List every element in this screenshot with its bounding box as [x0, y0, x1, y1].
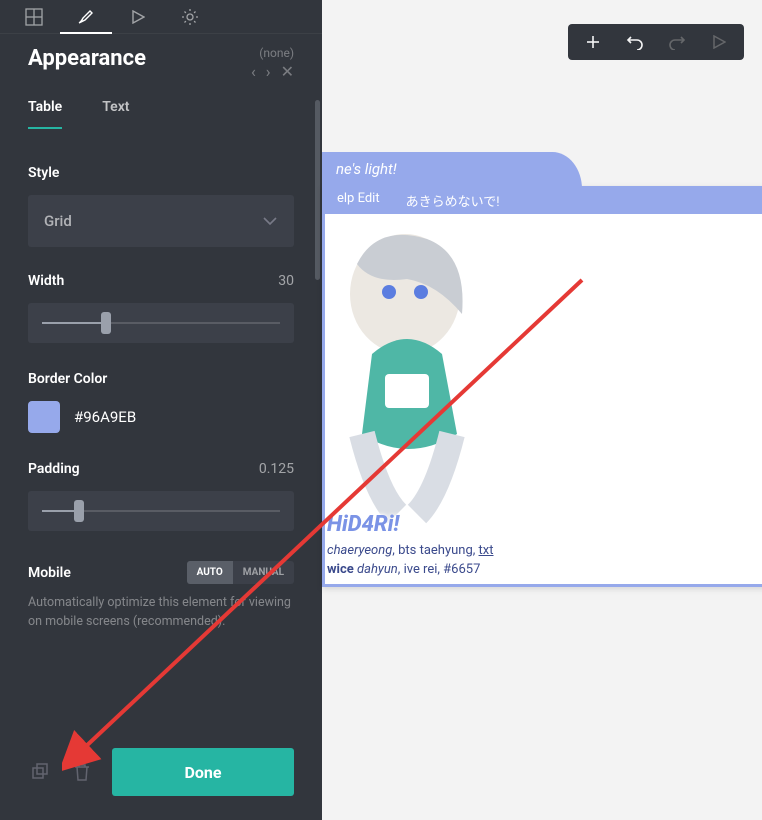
mobile-manual[interactable]: MANUAL	[233, 561, 294, 584]
grid-icon[interactable]	[8, 0, 60, 34]
style-label: Style	[28, 165, 294, 181]
padding-slider[interactable]	[28, 491, 294, 531]
gear-icon[interactable]	[164, 0, 216, 34]
border-color-label: Border Color	[28, 371, 294, 387]
play-icon[interactable]	[112, 0, 164, 34]
character-meta: chaeryeong, bts taehyung, txt wice dahyu…	[327, 542, 494, 580]
nav-link-jp[interactable]: あきらめないで!	[406, 191, 500, 210]
style-value: Grid	[44, 212, 72, 230]
panel-scroll: Style Grid Width 30 Border Color #96A9EB	[0, 129, 322, 730]
tab-text[interactable]: Text	[102, 99, 129, 129]
character-image	[325, 224, 497, 524]
mobile-help-text: Automatically optimize this element for …	[28, 594, 294, 632]
border-color-hex[interactable]: #96A9EB	[74, 408, 136, 426]
chevron-down-icon	[262, 212, 278, 230]
tab-table[interactable]: Table	[28, 99, 62, 129]
element-name-chip[interactable]: (none)	[259, 46, 294, 60]
width-slider[interactable]	[28, 303, 294, 343]
close-panel-icon[interactable]: ✕	[281, 62, 294, 81]
panel-footer: Done	[0, 730, 322, 820]
settings-sidebar: Appearance (none) ‹ › ✕ Table Text Style…	[0, 0, 322, 820]
add-icon[interactable]	[576, 24, 610, 60]
padding-label: Padding	[28, 461, 80, 477]
card-body: HiD4Ri! chaeryeong, bts taehyung, txt wi…	[325, 214, 762, 584]
undo-icon[interactable]	[618, 24, 652, 60]
preview-canvas: ne's light! elp Edit あきらめないで! carrd ib >	[322, 0, 762, 820]
brush-icon[interactable]	[60, 0, 112, 34]
mobile-toggle[interactable]: AUTO MANUAL	[187, 561, 294, 584]
width-value: 30	[278, 273, 294, 289]
panel-title: Appearance	[28, 46, 146, 71]
nav-link-edit[interactable]: elp Edit	[337, 191, 380, 210]
style-select[interactable]: Grid	[28, 195, 294, 247]
character-title: HiD4Ri!	[327, 512, 399, 537]
sidebar-scrollbar[interactable]	[315, 100, 320, 730]
mobile-label: Mobile	[28, 565, 71, 581]
canvas-toolbar	[568, 24, 744, 60]
prev-element-icon[interactable]: ‹	[251, 62, 256, 81]
next-element-icon[interactable]: ›	[266, 62, 271, 81]
panel-tabs: Table Text	[0, 81, 322, 129]
duplicate-icon[interactable]	[28, 762, 52, 782]
preview-play-icon[interactable]	[702, 24, 736, 60]
done-button[interactable]: Done	[112, 748, 294, 796]
padding-value: 0.125	[259, 461, 294, 477]
mobile-auto[interactable]: AUTO	[187, 561, 233, 584]
width-label: Width	[28, 273, 64, 289]
card-folder-tab: ne's light!	[322, 152, 582, 189]
card-nav-bar: elp Edit あきらめないで! carrd ib >	[325, 186, 762, 214]
redo-icon[interactable]	[660, 24, 694, 60]
border-color-swatch[interactable]	[28, 401, 60, 433]
carrd-preview-card[interactable]: ne's light! elp Edit あきらめないで! carrd ib >	[322, 186, 762, 587]
sidebar-top-icons	[0, 0, 322, 34]
trash-icon[interactable]	[70, 762, 94, 782]
panel-head-controls: (none) ‹ › ✕	[251, 46, 294, 81]
